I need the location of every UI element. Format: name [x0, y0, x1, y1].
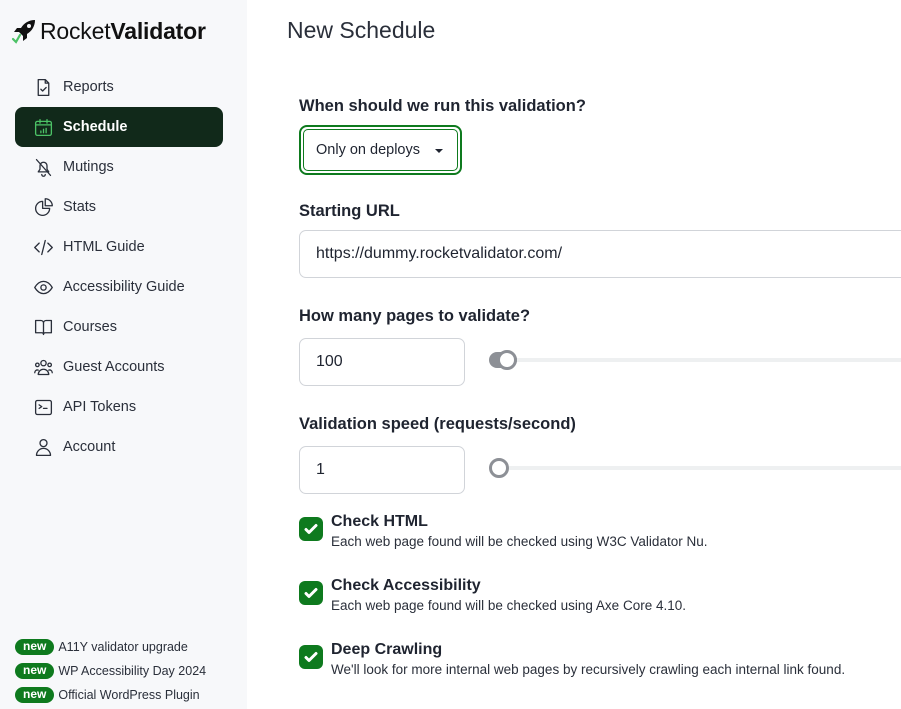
sidebar-item-courses[interactable]: Courses [15, 307, 223, 347]
speed-slider[interactable] [489, 457, 901, 479]
new-badge: new [15, 687, 55, 703]
schedule-select[interactable]: Only on deploys [299, 125, 462, 175]
sidebar-item-label: Mutings [63, 159, 114, 175]
pages-label: How many pages to validate? [299, 307, 531, 325]
sidebar-item-label: Accessibility Guide [63, 279, 185, 295]
news-item[interactable]: new WP Accessibility Day 2024 [15, 659, 206, 683]
check-html-checkbox[interactable] [299, 517, 323, 541]
logo-text: RocketValidator [40, 17, 206, 44]
rocket-logo-icon [11, 20, 35, 44]
sidebar-item-label: Guest Accounts [63, 359, 165, 375]
sidebar-item-html-guide[interactable]: HTML Guide [15, 227, 223, 267]
sidebar-item-label: Stats [63, 199, 97, 215]
option-title: Check HTML [331, 513, 428, 530]
news-link[interactable]: WP Accessibility Day 2024 [58, 664, 206, 678]
user-icon [32, 436, 54, 458]
sidebar-item-label: API Tokens [63, 399, 137, 415]
pages-input[interactable]: 100 [299, 338, 465, 386]
option-description: Each web page found will be checked usin… [331, 598, 686, 613]
schedule-label: When should we run this validation? [299, 97, 586, 115]
users-icon [32, 356, 54, 378]
slider-thumb[interactable] [497, 350, 518, 370]
option-title: Check Accessibility [331, 577, 481, 594]
new-badge: new [15, 639, 55, 655]
news-link[interactable]: A11Y validator upgrade [58, 640, 188, 654]
caret-down-icon [435, 149, 443, 153]
starting-url-label: Starting URL [299, 202, 400, 220]
checkmark-icon [304, 588, 318, 598]
sidebar-item-label: Courses [63, 319, 117, 335]
option-title: Deep Crawling [331, 641, 443, 658]
sidebar-item-label: Reports [63, 79, 114, 95]
starting-url-input[interactable]: https://dummy.rocketvalidator.com/ [299, 230, 901, 278]
slider-track [489, 466, 901, 470]
option-description: Each web page found will be checked usin… [331, 534, 708, 549]
sidebar-item-label: Account [63, 439, 116, 455]
page-title: New Schedule [287, 17, 436, 43]
sidebar-item-schedule[interactable]: Schedule [15, 107, 223, 147]
speed-input[interactable]: 1 [299, 446, 465, 494]
code-icon [32, 236, 54, 258]
news-item[interactable]: new Official WordPress Plugin [15, 683, 206, 707]
option-deep-crawling: Deep Crawling We'll look for more intern… [299, 640, 845, 679]
book-icon [32, 316, 54, 338]
pie-chart-icon [32, 196, 54, 218]
sidebar-item-stats[interactable]: Stats [15, 187, 223, 227]
calendar-icon [32, 116, 54, 138]
pages-slider[interactable] [489, 349, 901, 371]
new-badge: new [15, 663, 55, 679]
deep-crawling-checkbox[interactable] [299, 645, 323, 669]
option-check-accessibility: Check Accessibility Each web page found … [299, 576, 686, 615]
sidebar-item-label: HTML Guide [63, 239, 145, 255]
news-item[interactable]: new A11Y validator upgrade [15, 635, 206, 659]
sidebar: RocketValidator Reports Schedule Mutings… [0, 0, 247, 709]
option-description: We'll look for more internal web pages b… [331, 662, 846, 677]
file-check-icon [32, 76, 54, 98]
sidebar-item-api-tokens[interactable]: API Tokens [15, 387, 223, 427]
sidebar-item-label: Schedule [63, 119, 128, 135]
checkmark-icon [304, 652, 318, 662]
sidebar-item-guest-accounts[interactable]: Guest Accounts [15, 347, 223, 387]
bell-off-icon [32, 156, 54, 178]
news-link[interactable]: Official WordPress Plugin [58, 688, 199, 702]
checkmark-icon [304, 524, 318, 534]
logo[interactable]: RocketValidator [10, 16, 206, 46]
check-accessibility-checkbox[interactable] [299, 581, 323, 605]
option-check-html: Check HTML Each web page found will be c… [299, 512, 707, 551]
schedule-select-value: Only on deploys [316, 142, 420, 158]
sidebar-item-account[interactable]: Account [15, 427, 223, 467]
main-content: New Schedule When should we run this val… [287, 0, 901, 709]
slider-thumb[interactable] [489, 458, 509, 478]
sidebar-item-reports[interactable]: Reports [15, 67, 223, 107]
slider-track [489, 358, 901, 362]
speed-label: Validation speed (requests/second) [299, 415, 576, 433]
sidebar-item-mutings[interactable]: Mutings [15, 147, 223, 187]
eye-icon [32, 276, 54, 298]
terminal-icon [32, 396, 54, 418]
sidebar-nav: Reports Schedule Mutings Stats HTML Guid… [15, 67, 223, 467]
sidebar-item-accessibility-guide[interactable]: Accessibility Guide [15, 267, 223, 307]
news-list: new A11Y validator upgrade new WP Access… [15, 635, 206, 707]
